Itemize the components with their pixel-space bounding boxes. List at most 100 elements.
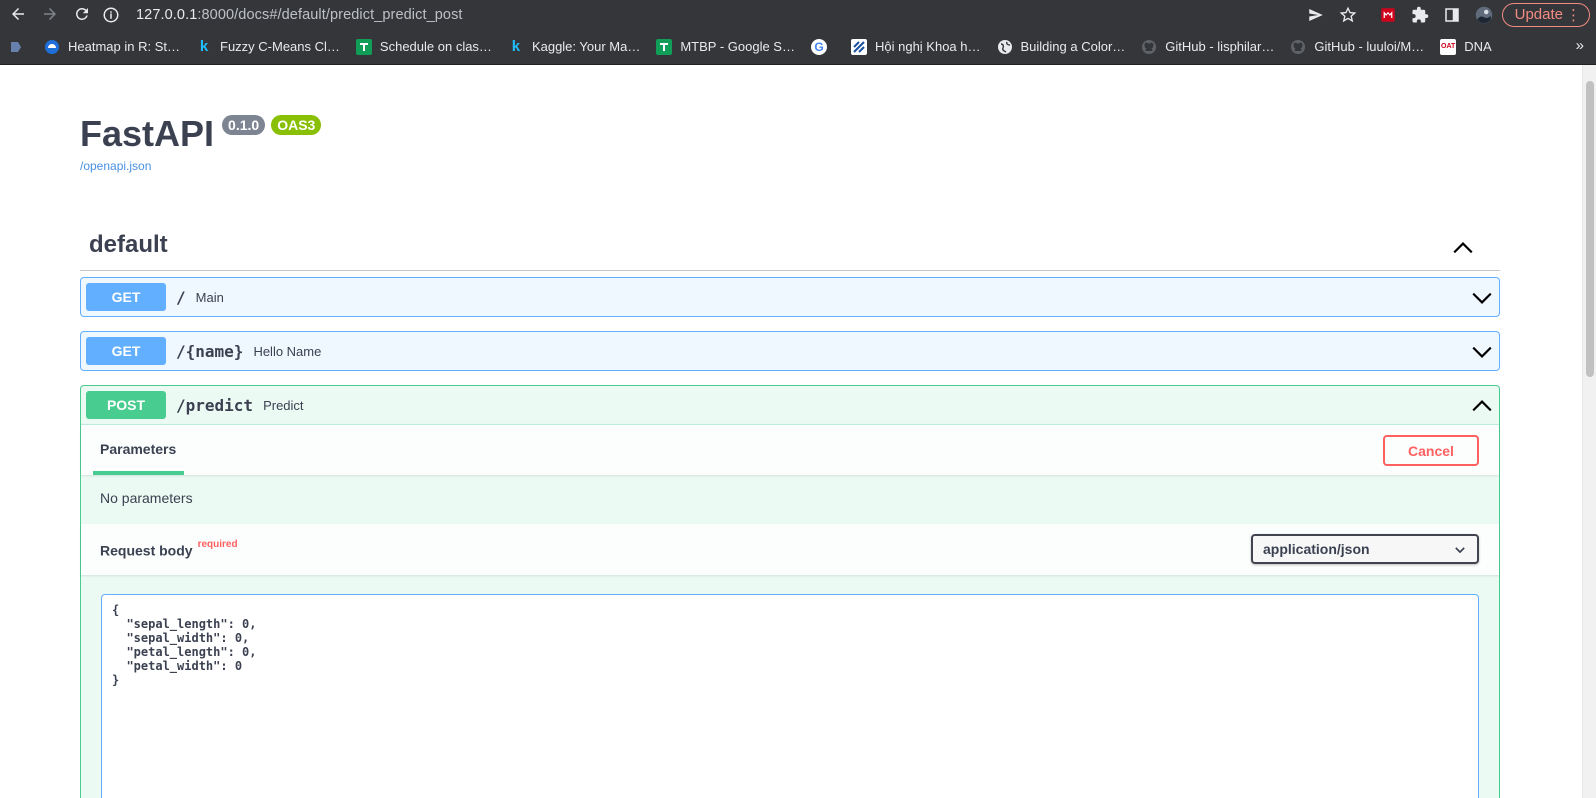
reload-button[interactable] bbox=[68, 0, 96, 28]
bookmark-label: Heatmap in R: St… bbox=[68, 39, 180, 54]
toolbar-right: Update ⋮ bbox=[1302, 0, 1596, 29]
tab-active-indicator bbox=[93, 471, 184, 475]
address-bar[interactable]: 127.0.0.1:8000/docs#/default/predict_pre… bbox=[102, 2, 1344, 28]
section-title: default bbox=[89, 231, 168, 258]
scrollbar-thumb[interactable] bbox=[1586, 81, 1594, 377]
no-parameters-text: No parameters bbox=[100, 490, 193, 506]
content-type-value: application/json bbox=[1263, 541, 1370, 557]
bookmark-item[interactable]: k Fuzzy C-Means Cl… bbox=[190, 33, 346, 61]
url-path: :8000/docs#/default/predict_predict_post bbox=[197, 6, 463, 23]
bookmark-label: Schedule on clas… bbox=[379, 39, 492, 54]
request-body-label: Request body required bbox=[100, 539, 238, 559]
bookmark-item[interactable]: MTBP - Google S… bbox=[650, 33, 801, 61]
send-tab-icon[interactable] bbox=[1302, 1, 1330, 29]
operation-get-root[interactable]: GET / Main bbox=[80, 277, 1500, 317]
operation-post-predict: POST /predict Predict Parameters Cancel … bbox=[80, 385, 1500, 798]
page-scrollbar[interactable] bbox=[1582, 65, 1596, 798]
google-sheets-icon bbox=[656, 38, 673, 55]
bookmark-label: MTBP - Google S… bbox=[680, 39, 795, 54]
back-button[interactable] bbox=[4, 0, 32, 28]
content-type-select[interactable]: application/json bbox=[1251, 534, 1479, 564]
bookmark-label: Hội nghị Khoa h… bbox=[874, 39, 981, 54]
parameters-header: Parameters Cancel bbox=[81, 424, 1499, 475]
google-icon: G bbox=[810, 38, 827, 55]
dna-site-icon: OAT bbox=[1440, 38, 1457, 55]
oas-badge: OAS3 bbox=[271, 115, 322, 135]
profile-avatar[interactable] bbox=[1470, 1, 1498, 29]
bookmark-item[interactable]: Schedule on clas… bbox=[350, 33, 498, 61]
info-icon[interactable] bbox=[102, 6, 120, 28]
bookmarks-bar: Heatmap in R: St… k Fuzzy C-Means Cl… Sc… bbox=[0, 29, 1596, 65]
swagger-page: FastAPI 0.1.0 OAS3 /openapi.json default… bbox=[0, 65, 1582, 798]
bookmark-item[interactable]: k Kaggle: Your Ma… bbox=[502, 33, 646, 61]
operation-path: / bbox=[176, 287, 186, 307]
bookmark-item[interactable]: Building a Color… bbox=[991, 33, 1132, 61]
github-icon bbox=[1141, 39, 1157, 55]
operation-description: Main bbox=[195, 289, 224, 305]
arrow-left-icon bbox=[12, 8, 24, 20]
operation-path: /{name} bbox=[176, 341, 244, 361]
chevron-up-icon[interactable] bbox=[1452, 237, 1474, 259]
operation-path: /predict bbox=[176, 395, 254, 415]
forward-button[interactable] bbox=[36, 0, 64, 28]
heatmap-site-icon bbox=[44, 39, 60, 55]
method-badge: GET bbox=[86, 283, 166, 311]
more-vert-icon[interactable]: ⋮ bbox=[1566, 6, 1581, 24]
cancel-button[interactable]: Cancel bbox=[1383, 435, 1479, 466]
request-body-editor[interactable]: { "sepal_length": 0, "sepal_width": 0, "… bbox=[101, 594, 1479, 798]
method-badge: POST bbox=[86, 391, 166, 419]
extensions-puzzle-icon[interactable] bbox=[1406, 1, 1434, 29]
bookmark-label: GitHub - lisphilar… bbox=[1165, 39, 1275, 54]
required-marker: required bbox=[197, 539, 238, 550]
conference-icon bbox=[850, 38, 867, 55]
kaggle-icon: k bbox=[199, 38, 209, 55]
bookmark-item[interactable]: Heatmap in R: St… bbox=[38, 33, 186, 61]
arrow-right-icon bbox=[44, 8, 56, 20]
bookmark-label: GitHub - luuloi/M… bbox=[1314, 39, 1425, 54]
tag-section-header[interactable]: default bbox=[80, 225, 1500, 271]
operation-description: Hello Name bbox=[253, 343, 322, 359]
bookmark-apps[interactable] bbox=[0, 33, 36, 61]
bookmark-item[interactable]: OAT DNA bbox=[1434, 33, 1497, 61]
apps-icon bbox=[8, 39, 24, 55]
tab-parameters[interactable]: Parameters bbox=[100, 441, 176, 457]
bookmark-item[interactable]: Hội nghị Khoa h… bbox=[845, 33, 987, 61]
operation-summary[interactable]: GET / Main bbox=[81, 278, 1499, 316]
operation-get-name[interactable]: GET /{name} Hello Name bbox=[80, 331, 1500, 371]
globe-icon bbox=[997, 39, 1013, 55]
openapi-json-link[interactable]: /openapi.json bbox=[80, 159, 151, 173]
update-button[interactable]: Update ⋮ bbox=[1501, 2, 1590, 27]
chevron-up-icon[interactable] bbox=[1471, 395, 1493, 417]
bookmark-item[interactable]: G bbox=[805, 33, 841, 61]
google-sheets-icon bbox=[355, 38, 372, 55]
chevron-down-icon[interactable] bbox=[1471, 287, 1493, 309]
bookmark-label: Fuzzy C-Means Cl… bbox=[220, 39, 340, 54]
chevron-down-icon[interactable] bbox=[1471, 341, 1493, 363]
bookmark-item[interactable]: GitHub - lisphilar… bbox=[1135, 33, 1280, 61]
kaggle-icon: k bbox=[511, 38, 521, 55]
operation-summary[interactable]: GET /{name} Hello Name bbox=[81, 332, 1499, 370]
double-chevron-right-icon[interactable]: » bbox=[1576, 37, 1584, 54]
extension-mendeley-icon[interactable] bbox=[1374, 1, 1402, 29]
url-host: 127.0.0.1 bbox=[136, 6, 198, 23]
api-title-row: FastAPI 0.1.0 OAS3 bbox=[80, 113, 322, 155]
operation-summary[interactable]: POST /predict Predict bbox=[81, 386, 1499, 424]
side-panel-icon[interactable] bbox=[1438, 1, 1466, 29]
update-label: Update bbox=[1514, 6, 1563, 23]
browser-toolbar: 127.0.0.1:8000/docs#/default/predict_pre… bbox=[0, 0, 1596, 29]
bookmark-item[interactable]: GitHub - luuloi/M… bbox=[1284, 33, 1430, 61]
reload-icon bbox=[75, 7, 88, 20]
chevron-down-icon bbox=[1455, 547, 1465, 554]
bookmark-label: DNA bbox=[1464, 39, 1492, 54]
github-icon bbox=[1290, 39, 1306, 55]
api-title: FastAPI bbox=[80, 113, 215, 154]
bookmark-label: Kaggle: Your Ma… bbox=[531, 39, 641, 54]
request-body-title: Request body bbox=[100, 542, 193, 559]
request-body-header: Request body required application/json bbox=[81, 524, 1499, 575]
bookmark-label: Building a Color… bbox=[1020, 39, 1126, 54]
operation-description: Predict bbox=[263, 397, 304, 413]
bookmark-star-icon[interactable] bbox=[1334, 1, 1362, 29]
url-text: 127.0.0.1:8000/docs#/default/predict_pre… bbox=[136, 7, 463, 23]
version-badge: 0.1.0 bbox=[222, 115, 266, 135]
method-badge: GET bbox=[86, 337, 166, 365]
